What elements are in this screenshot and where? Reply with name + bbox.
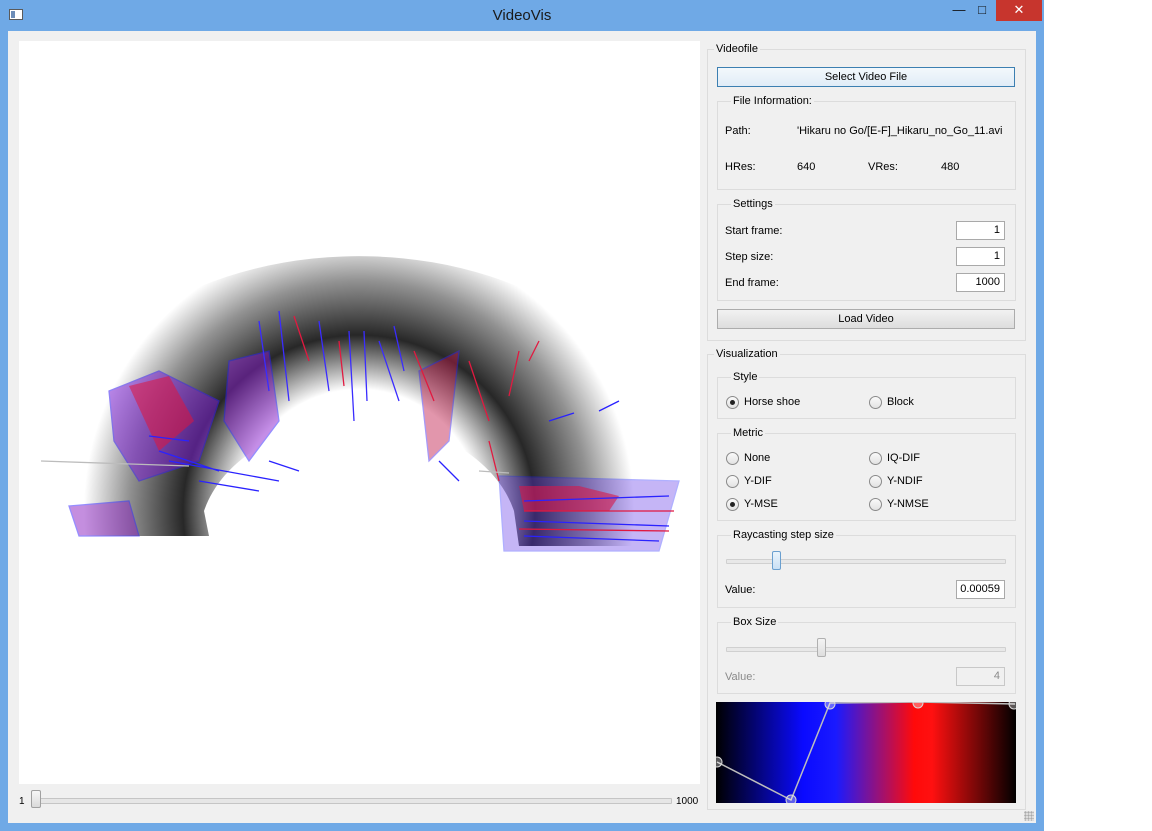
title-bar[interactable]: VideoVis — □ ✕ [0, 0, 1044, 30]
load-video-button[interactable]: Load Video [717, 309, 1015, 329]
hres-label: HRes: [725, 161, 756, 173]
radio-indicator [726, 475, 739, 488]
radio-block-label: Block [887, 396, 914, 408]
close-button[interactable]: ✕ [996, 0, 1042, 21]
videofile-group-title: Videofile [714, 43, 760, 55]
path-value: 'Hikaru no Go/[E-F]_Hikaru_no_Go_11.avi [797, 125, 1003, 137]
box-size-group-title: Box Size [731, 616, 779, 628]
frame-slider-track[interactable] [32, 798, 672, 804]
control-point[interactable] [716, 756, 723, 768]
frame-slider-handle[interactable] [31, 790, 41, 808]
end-frame-input[interactable]: 1000 [956, 273, 1005, 292]
raycasting-value-input[interactable]: 0.00059 [956, 580, 1005, 599]
radio-indicator [726, 396, 739, 409]
vres-value: 480 [941, 161, 960, 173]
step-size-input[interactable]: 1 [956, 247, 1005, 266]
step-size-label: Step size: [725, 251, 774, 263]
select-video-file-button[interactable]: Select Video File [717, 67, 1015, 87]
radio-metric-y-dif-label: Y-DIF [744, 475, 772, 487]
transfer-function-gradient [716, 702, 1016, 803]
path-label: Path: [725, 125, 751, 137]
transfer-function-editor[interactable] [716, 702, 1016, 803]
radio-indicator [869, 396, 882, 409]
control-point[interactable] [912, 702, 924, 709]
radio-indicator [869, 498, 882, 511]
resize-grip[interactable] [1024, 811, 1034, 821]
radio-indicator [869, 475, 882, 488]
radio-metric-iq-dif-label: IQ-DIF [887, 452, 920, 464]
box-size-slider-handle[interactable] [817, 638, 827, 657]
raycasting-slider-track[interactable] [726, 559, 1006, 564]
frame-slider-min-label: 1 [19, 796, 25, 807]
radio-indicator [726, 452, 739, 465]
box-size-value-input: 4 [956, 667, 1005, 686]
radio-metric-y-nmse-label: Y-NMSE [887, 498, 929, 510]
radio-horse-shoe-label: Horse shoe [744, 396, 801, 408]
box-size-value-label: Value: [725, 671, 756, 683]
metric-group-title: Metric [731, 427, 765, 439]
window-title: VideoVis [492, 7, 552, 24]
settings-group-title: Settings [731, 198, 775, 210]
radio-indicator [869, 452, 882, 465]
radio-metric-y-mse-label: Y-MSE [744, 498, 778, 510]
minimize-icon: — [952, 2, 966, 17]
radio-metric-none-label: None [744, 452, 771, 464]
end-frame-label: End frame: [725, 277, 779, 289]
vres-label: VRes: [868, 161, 898, 173]
control-point[interactable] [824, 702, 836, 710]
horseshoe-volume-render [40, 256, 680, 552]
style-group-title: Style [731, 371, 760, 383]
start-frame-label: Start frame: [725, 225, 783, 237]
raycasting-value-label: Value: [725, 584, 756, 596]
close-icon: ✕ [1013, 2, 1025, 17]
box-size-slider-track[interactable] [726, 647, 1006, 652]
file-information-group-title: File Information: [731, 95, 814, 107]
control-point[interactable] [785, 794, 797, 803]
frame-slider-max-label: 1000 [676, 796, 699, 807]
raycasting-slider-handle[interactable] [771, 551, 781, 570]
app-window: VideoVis — □ ✕ 1 1000 Videofile Select V… [0, 0, 1044, 831]
client-area: 1 1000 Videofile Select Video File File … [8, 31, 1036, 823]
hres-value: 640 [797, 161, 816, 173]
minimize-button[interactable]: — [945, 0, 973, 21]
raycasting-group-title: Raycasting step size [731, 529, 836, 541]
maximize-button[interactable]: □ [970, 0, 994, 21]
start-frame-input[interactable]: 1 [956, 221, 1005, 240]
radio-indicator [726, 498, 739, 511]
render-viewport[interactable] [19, 41, 700, 784]
radio-metric-y-ndif-label: Y-NDIF [887, 475, 923, 487]
file-information-group: File Information: [717, 95, 1016, 190]
maximize-icon: □ [978, 2, 986, 17]
visualization-group-title: Visualization [714, 348, 780, 360]
